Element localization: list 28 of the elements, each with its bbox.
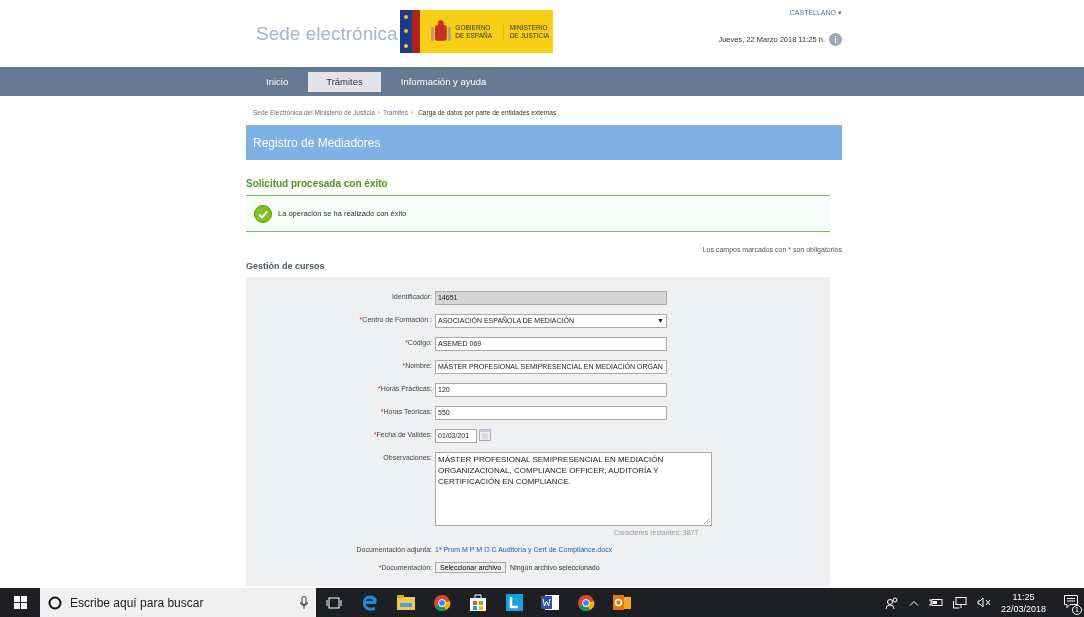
section-title: Gestión de cursos bbox=[246, 261, 326, 271]
word-icon[interactable] bbox=[541, 594, 559, 611]
volume-muted-icon[interactable] bbox=[976, 597, 991, 608]
network-icon[interactable] bbox=[952, 596, 967, 609]
nav-tab[interactable]: Trámites bbox=[308, 71, 381, 92]
success-heading: Solicitud procesada con éxito bbox=[246, 178, 389, 189]
store-icon[interactable] bbox=[470, 594, 486, 611]
cortana-circle-icon[interactable] bbox=[48, 595, 62, 610]
outlook-icon[interactable] bbox=[613, 594, 631, 611]
browser-e-icon[interactable] bbox=[361, 593, 379, 612]
page-title: Registro de Mediadores bbox=[246, 125, 842, 160]
observations-textarea[interactable]: MÁSTER PROFESIONAL SEMIPRESENCIAL EN MEDIACIÓN ORGANIZACIONAL, COMPLIANCE OFFICER, AUDITORÍA Y CERTIFICACIÓN EN COMPLIANCE. bbox=[435, 452, 712, 526]
taskbar-search-field[interactable]: Escribe aquí para buscar bbox=[40, 588, 316, 617]
check-icon bbox=[254, 204, 272, 223]
people-icon[interactable] bbox=[884, 596, 899, 609]
chrome-icon[interactable] bbox=[577, 593, 595, 612]
resize-grip-icon[interactable] bbox=[704, 518, 710, 524]
taskbar-clock[interactable]: 11:25 22/03/2018 bbox=[1000, 590, 1046, 615]
windows-start-icon[interactable] bbox=[13, 596, 27, 609]
folder-icon[interactable] bbox=[397, 595, 415, 610]
task-view-icon[interactable] bbox=[326, 596, 342, 609]
battery-icon[interactable] bbox=[928, 598, 943, 607]
chevron-up-icon[interactable] bbox=[908, 599, 919, 606]
nav-tab[interactable]: Información y ayuda bbox=[386, 71, 501, 92]
nav-tab[interactable]: Inicio bbox=[252, 71, 303, 92]
chrome-icon[interactable] bbox=[433, 593, 451, 612]
l-app-icon[interactable] bbox=[505, 594, 523, 611]
microphone-icon[interactable] bbox=[300, 596, 308, 609]
